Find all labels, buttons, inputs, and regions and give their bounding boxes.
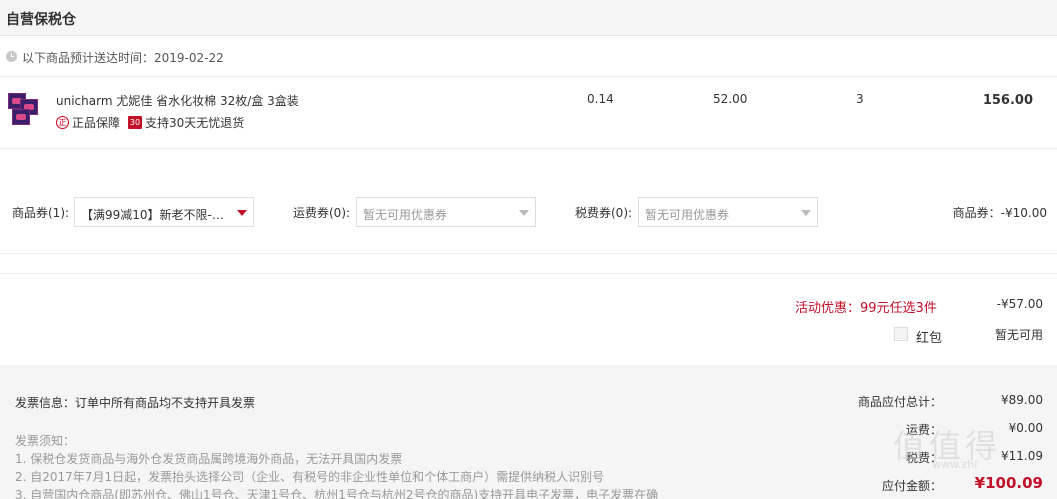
shipping-coupon-label: 运费券(0): xyxy=(293,206,351,220)
tax-coupon-value: 暂无可用优惠券 xyxy=(645,208,730,222)
return-30-icon: 30 xyxy=(128,115,143,129)
product-thumbnail[interactable] xyxy=(8,93,44,127)
promotion-row: 活动优惠：99元任选3件 -¥57.00 红包 暂无可用 xyxy=(0,274,1057,365)
genuine-badge-text: 正品保障 xyxy=(72,115,121,130)
product-subtotal: 156.00 xyxy=(982,93,1033,108)
goods-coupon-select[interactable]: 【满99减10】新老不限-满99减10 xyxy=(74,197,254,227)
watermark-url: www.zhi xyxy=(932,458,978,471)
pay-amount-value: ¥100.09 xyxy=(974,474,1043,492)
product-tax: 0.14 xyxy=(587,92,614,106)
product-row: unicharm 尤妮佳 省水化妆棉 32枚/盒 3盒装 正 正品保障 30 支… xyxy=(0,77,1057,149)
coupon-row: 商品券(1): 【满99减10】新老不限-满99减10 运费券(0): 暂无可用… xyxy=(0,149,1057,274)
warehouse-title: 自营保税仓 xyxy=(6,12,76,28)
shipping-coupon-select[interactable]: 暂无可用优惠券 xyxy=(356,197,536,227)
warehouse-section-header: 自营保税仓 xyxy=(0,0,1057,36)
invoice-info: 发票信息：订单中所有商品均不支持开具发票 xyxy=(15,396,256,410)
goods-coupon-value: 【满99减10】新老不限-满99减10 xyxy=(81,208,229,222)
promotion-discount: -¥57.00 xyxy=(996,297,1043,311)
chevron-down-icon xyxy=(237,210,247,216)
invoice-notice-title: 发票须知： xyxy=(15,434,76,448)
product-name-link[interactable]: unicharm 尤妮佳 省水化妆棉 32枚/盒 3盒装 xyxy=(56,92,299,109)
delivery-time-text: 以下商品预计送达时间：2019-02-22 xyxy=(22,51,224,65)
invoice-notice-line: 3. 自营国内仓商品(即苏州仓、佛山1号仓、天津1号仓、杭州1号仓与杭州2号仓的… xyxy=(15,488,659,499)
tax-fee-value: ¥11.09 xyxy=(1001,449,1043,463)
invoice-summary-panel: 发票信息：订单中所有商品均不支持开具发票 发票须知： 1. 保税仓发货商品与海外… xyxy=(0,365,1057,499)
return-badge-text: 支持30天无忧退货 xyxy=(145,115,245,130)
goods-total-label: 商品应付总计： xyxy=(857,395,942,409)
hongbao-status: 暂无可用 xyxy=(994,328,1043,342)
product-quantity: 3 xyxy=(856,92,864,106)
goods-total-value: ¥89.00 xyxy=(1001,393,1043,407)
hongbao-label: 红包 xyxy=(916,331,943,346)
goods-coupon-discount: 商品券：-¥10.00 xyxy=(952,206,1047,220)
shipping-coupon-value: 暂无可用优惠券 xyxy=(363,208,448,222)
chevron-down-icon xyxy=(519,210,529,216)
promotion-label: 活动优惠：99元任选3件 xyxy=(795,301,937,316)
delivery-row: 以下商品预计送达时间：2019-02-22 xyxy=(0,36,1057,77)
product-price: 52.00 xyxy=(713,92,748,106)
pay-amount-label: 应付金额： xyxy=(881,479,942,493)
chevron-down-icon xyxy=(801,210,811,216)
clock-icon xyxy=(6,51,17,62)
invoice-notice-line: 1. 保税仓发货商品与海外仓发货商品属跨境海外商品，无法开具国内发票 xyxy=(15,452,403,466)
goods-coupon-label: 商品券(1): xyxy=(12,206,70,220)
hongbao-checkbox[interactable] xyxy=(894,327,908,341)
divider xyxy=(0,253,1057,254)
tax-coupon-select[interactable]: 暂无可用优惠券 xyxy=(638,197,818,227)
invoice-notice-line: 2. 自2017年7月1日起，发票抬头选择公司（企业、有税号的非企业性单位和个体… xyxy=(15,470,605,484)
tax-coupon-label: 税费券(0): xyxy=(575,206,633,220)
shipping-fee-value: ¥0.00 xyxy=(1008,421,1043,435)
product-badges: 正 正品保障 30 支持30天无忧退货 xyxy=(56,114,252,130)
genuine-icon: 正 xyxy=(56,115,69,129)
product-box-icon xyxy=(12,109,30,125)
